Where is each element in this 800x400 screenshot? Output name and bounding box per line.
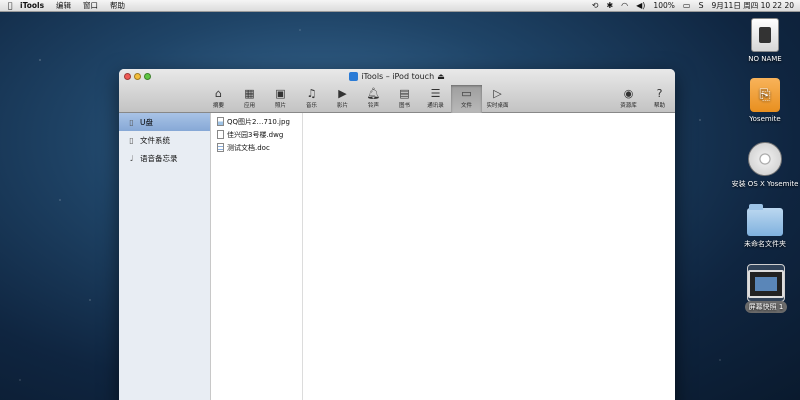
tool-label: 文件 [460,103,472,109]
sidebar-item-label: 文件系统 [140,135,170,145]
toolbar: ⌂ 摘要 ▦ 应用 ▣ 照片 ♫ 音乐 ▶ 影片 🔔︎ 铃声 ▤ 图书 ☰ 通讯… [203,85,675,113]
microphone-icon: ♩ [129,153,134,163]
tool-music[interactable]: ♫ 音乐 [296,85,327,113]
tool-help[interactable]: ? 帮助 [644,85,675,113]
wifi-icon[interactable]: ◠ [621,1,628,10]
home-icon: ⌂ [215,87,222,100]
list-item[interactable]: 佳兴园3号楼.dwg [212,128,302,141]
desktop-icon-label: 屏幕快照 1 [744,301,788,313]
window-title-text: iTools – iPod touch [361,72,435,81]
file-name: 佳兴园3号楼.dwg [227,130,284,139]
window-title: iTools – iPod touch ⏏ [119,72,675,81]
tool-label: 影片 [336,103,348,109]
usb-icon: ▯ [129,117,134,127]
file-name: QQ图片2…710.jpg [227,117,290,126]
input-method-icon[interactable]: S [698,1,703,10]
menu-bar:  iTools 编辑 窗口 帮助 ⟲ ✱ ◠ ◀) 100% ▭ S 9月11… [0,0,800,12]
document-file-icon [217,143,224,152]
installer-disc-icon [748,142,782,176]
tool-label: 图书 [398,103,410,109]
desktop-icon-no-name[interactable]: NO NAME [729,18,800,63]
sidebar-item-label: 语音备忘录 [140,153,178,163]
tool-contacts[interactable]: ☰ 通讯录 [420,85,451,113]
tool-label: 帮助 [653,103,665,109]
menu-edit[interactable]: 编辑 [56,0,71,11]
sidebar: ▯ U盘 ▯ 文件系统 ♩ 语音备忘录 [119,113,211,400]
clock[interactable]: 9月11日 周四 10 22 20 [712,0,794,11]
play-icon: ▷ [493,87,502,100]
tool-label: 资源库 [620,103,637,109]
help-icon: ? [656,87,663,100]
bell-icon: 🔔︎ [366,87,381,100]
battery-percent[interactable]: 100% [653,1,674,10]
tool-apps[interactable]: ▦ 应用 [234,85,265,113]
sidebar-item-file-system[interactable]: ▯ 文件系统 [119,131,210,149]
tool-label: 应用 [243,103,255,109]
itools-window: iTools – iPod touch ⏏ ⌂ 摘要 ▦ 应用 ▣ 照片 ♫ 音… [119,69,675,400]
tool-photos[interactable]: ▣ 照片 [265,85,296,113]
sidebar-item-voice-memos[interactable]: ♩ 语音备忘录 [119,149,210,167]
tool-label: 音乐 [305,103,317,109]
tool-label: 铃声 [367,103,379,109]
globe-icon: ◉ [623,87,634,100]
tool-summary[interactable]: ⌂ 摘要 [203,85,234,113]
battery-icon[interactable]: ▭ [683,1,691,10]
menu-window[interactable]: 窗口 [83,0,98,11]
sidebar-item-label: U盘 [140,117,153,127]
image-file-icon [217,117,224,126]
tool-label: 摘要 [212,103,224,109]
menu-app-name[interactable]: iTools [20,1,44,10]
photo-icon: ▣ [275,87,286,100]
phone-icon: ▯ [129,135,134,145]
window-titlebar[interactable]: iTools – iPod touch ⏏ ⌂ 摘要 ▦ 应用 ▣ 照片 ♫ 音… [119,69,675,113]
desktop-icon-screenshot[interactable]: 屏幕快照 1 [730,270,800,313]
tool-books[interactable]: ▤ 图书 [389,85,420,113]
time-machine-icon[interactable]: ⟲ [592,1,599,10]
file-name: 测试文档.doc [227,143,270,152]
tool-label: 通讯录 [427,103,444,109]
sidebar-item-usb[interactable]: ▯ U盘 [119,113,210,131]
usb-drive-icon: ⎘ [750,78,780,112]
hard-drive-icon [751,18,779,52]
desktop-icon-label: 未命名文件夹 [744,240,786,248]
eject-icon[interactable]: ⏏ [437,72,445,81]
tool-live-desktop[interactable]: ▷ 实时桌面 [482,85,513,113]
tool-library[interactable]: ◉ 资源库 [613,85,644,113]
menu-help[interactable]: 帮助 [110,0,125,11]
folder-icon [747,204,783,236]
desktop-icon-label: 安装 OS X Yosemite [731,180,799,188]
tool-videos[interactable]: ▶ 影片 [327,85,358,113]
list-item[interactable]: 测试文档.doc [212,141,302,154]
status-area: ⟲ ✱ ◠ ◀) 100% ▭ S 9月11日 周四 10 22 20 [592,0,800,11]
music-icon: ♫ [306,87,317,100]
apple-icon[interactable]:  [0,1,20,10]
desktop-icon-untitled-folder[interactable]: 未命名文件夹 [729,204,800,249]
desktop-icon-label: NO NAME [748,55,782,63]
desktop-icon-yosemite[interactable]: ⎘ Yosemite [729,78,800,123]
volume-icon[interactable]: ◀) [636,1,645,10]
bluetooth-icon[interactable]: ✱ [606,1,613,10]
video-icon: ▶ [338,87,347,100]
tool-label: 照片 [274,103,286,109]
apps-icon: ▦ [244,87,255,100]
list-item[interactable]: QQ图片2…710.jpg [212,115,302,128]
book-icon: ▤ [399,87,410,100]
file-icon [217,130,224,139]
tool-files[interactable]: ▭ 文件 [451,85,482,113]
desktop-icon-label: Yosemite [749,115,781,123]
contacts-icon: ☰ [430,87,441,100]
itools-app-icon [349,72,359,81]
screenshot-icon [748,270,784,298]
tool-ringtones[interactable]: 🔔︎ 铃声 [358,85,389,113]
desktop-icon-install-yosemite[interactable]: 安装 OS X Yosemite [729,142,800,189]
file-list: QQ图片2…710.jpg 佳兴园3号楼.dwg 测试文档.doc [212,113,303,400]
tool-label: 实时桌面 [486,103,509,109]
folder-icon: ▭ [461,87,472,100]
